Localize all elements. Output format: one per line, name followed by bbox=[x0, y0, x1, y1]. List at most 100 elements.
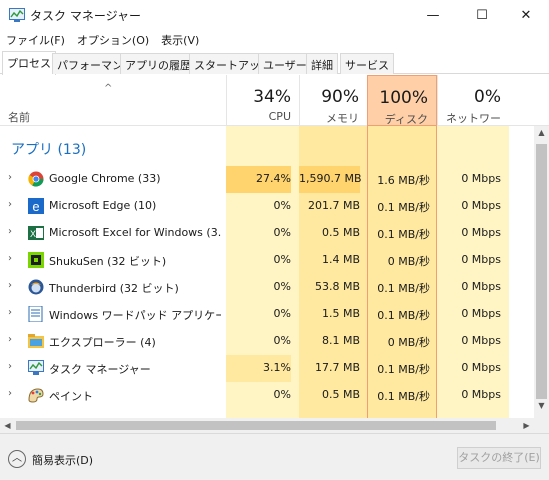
process-row[interactable]: › Google Chrome (33) 27.4% 1,590.7 MB 1.6 MB… bbox=[0, 166, 534, 193]
expand-chevron-icon[interactable]: › bbox=[8, 361, 12, 372]
network-cell: 0 Mbps bbox=[461, 334, 501, 347]
horizontal-scrollbar[interactable]: ◀ ▶ bbox=[0, 418, 534, 433]
expand-chevron-icon[interactable]: › bbox=[8, 388, 12, 399]
end-task-button[interactable]: タスクの終了(E) bbox=[457, 447, 541, 469]
task-manager-icon bbox=[28, 360, 44, 375]
process-row[interactable]: › Thunderbird (32 ビット) 0% 53.8 MB 0.1 MB/秒 0 … bbox=[0, 274, 534, 301]
cpu-cell: 3.1% bbox=[226, 355, 291, 382]
window-title: タスク マネージャー bbox=[30, 9, 141, 23]
expand-chevron-icon[interactable]: › bbox=[8, 226, 12, 237]
process-row[interactable]: › ShukuSen (32 ビット) 0% 1.4 MB 0 MB/秒 0 Mbps bbox=[0, 247, 534, 274]
cpu-cell: 0% bbox=[273, 199, 291, 212]
disk-total: 100% bbox=[379, 88, 428, 108]
process-row[interactable]: › ペイント 0% 0.5 MB 0.1 MB/秒 0 Mbps bbox=[0, 382, 534, 409]
memory-cell: 8.1 MB bbox=[321, 334, 360, 347]
tab-services[interactable]: サービス bbox=[340, 53, 394, 74]
vertical-scrollbar[interactable]: ▲ ▼ bbox=[534, 126, 549, 418]
cpu-cell: 0% bbox=[273, 388, 291, 401]
scroll-up-icon[interactable]: ▲ bbox=[534, 128, 549, 143]
chrome-icon bbox=[28, 171, 44, 187]
cpu-total: 34% bbox=[253, 87, 291, 107]
task-manager-icon bbox=[9, 8, 25, 22]
process-row[interactable]: › Windows ワードパッド アプリケーション 0% 1.5 MB 0.1 MB/秒… bbox=[0, 301, 534, 328]
excel-icon: X bbox=[28, 226, 44, 240]
network-cell: 0 Mbps bbox=[461, 388, 501, 401]
paint-icon bbox=[28, 388, 44, 403]
column-name[interactable]: 名前 bbox=[8, 109, 30, 125]
vertical-scroll-thumb[interactable] bbox=[536, 144, 547, 399]
cpu-cell: 0% bbox=[273, 307, 291, 320]
disk-cell: 0.1 MB/秒 bbox=[377, 201, 430, 214]
process-row[interactable]: › e Microsoft Edge (10) 0% 201.7 MB 0.1 MB/秒 0… bbox=[0, 193, 534, 220]
memory-cell: 1,590.7 MB bbox=[299, 166, 362, 193]
network-cell: 0 Mbps bbox=[461, 226, 501, 239]
close-button[interactable]: ✕ bbox=[503, 0, 549, 30]
footer: ︿ 簡易表示(D) タスクの終了(E) bbox=[0, 433, 549, 480]
edge-icon: e bbox=[28, 198, 44, 214]
memory-cell: 53.8 MB bbox=[314, 280, 360, 293]
thunderbird-icon bbox=[28, 279, 44, 295]
cpu-label: CPU bbox=[268, 110, 291, 123]
close-icon: ✕ bbox=[520, 7, 532, 23]
scroll-right-icon[interactable]: ▶ bbox=[519, 418, 534, 433]
menu-options[interactable]: オプション(O) bbox=[71, 30, 155, 50]
cpu-cell: 0% bbox=[273, 226, 291, 239]
disk-label: ディスク bbox=[384, 113, 428, 126]
chevron-up-circle-icon[interactable]: ︿ bbox=[8, 450, 26, 468]
explorer-icon bbox=[28, 334, 44, 348]
fewer-details-link[interactable]: 簡易表示(D) bbox=[32, 452, 93, 468]
tab-details[interactable]: 詳細 bbox=[306, 53, 338, 74]
process-name: Google Chrome (33) bbox=[49, 172, 161, 185]
expand-chevron-icon[interactable]: › bbox=[8, 172, 12, 183]
disk-cell: 0.1 MB/秒 bbox=[377, 228, 430, 241]
process-name: Microsoft Excel for Windows (3... bbox=[49, 226, 221, 239]
memory-cell: 0.5 MB bbox=[321, 388, 360, 401]
maximize-button[interactable]: ☐ bbox=[459, 0, 505, 30]
network-cell: 0 Mbps bbox=[461, 307, 501, 320]
network-cell: 0 Mbps bbox=[461, 361, 501, 374]
menu-bar: ファイル(F) オプション(O) 表示(V) bbox=[0, 30, 549, 50]
minimize-icon: — bbox=[426, 7, 440, 23]
process-row[interactable]: › X Microsoft Excel for Windows (3... 0% 0.5… bbox=[0, 220, 534, 247]
column-cpu[interactable]: 34% CPU bbox=[226, 75, 299, 126]
memory-cell: 1.5 MB bbox=[321, 307, 360, 320]
tab-processes[interactable]: プロセス bbox=[2, 51, 56, 75]
expand-chevron-icon[interactable]: › bbox=[8, 253, 12, 264]
expand-chevron-icon[interactable]: › bbox=[8, 307, 12, 318]
disk-cell: 0 MB/秒 bbox=[387, 336, 430, 349]
disk-cell: 0.1 MB/秒 bbox=[377, 309, 430, 322]
scroll-corner bbox=[534, 418, 549, 433]
process-name: ペイント bbox=[49, 390, 93, 403]
shukusen-icon bbox=[28, 252, 44, 268]
menu-view[interactable]: 表示(V) bbox=[155, 30, 205, 50]
process-grid: アプリ (13) › Google Chrome (33) 27.4% 1,590.7… bbox=[0, 126, 534, 418]
expand-chevron-icon[interactable]: › bbox=[8, 280, 12, 291]
horizontal-scroll-thumb[interactable] bbox=[16, 421, 496, 430]
process-name: Thunderbird (32 ビット) bbox=[49, 282, 179, 295]
memory-total: 90% bbox=[321, 87, 359, 107]
tab-users[interactable]: ユーザー bbox=[258, 53, 312, 74]
tab-app-history[interactable]: アプリの履歴 bbox=[120, 53, 196, 74]
column-memory[interactable]: 90% メモリ bbox=[299, 75, 367, 126]
maximize-icon: ☐ bbox=[476, 7, 488, 23]
scroll-left-icon[interactable]: ◀ bbox=[0, 418, 15, 433]
memory-cell: 17.7 MB bbox=[314, 361, 360, 374]
scroll-down-icon[interactable]: ▼ bbox=[534, 401, 549, 416]
expand-chevron-icon[interactable]: › bbox=[8, 199, 12, 210]
sort-ascending-icon[interactable]: ^ bbox=[104, 83, 112, 94]
minimize-button[interactable]: — bbox=[410, 0, 456, 30]
column-header: ^ 名前 34% CPU 90% メモリ 100% ディスク 0% ネットワーク bbox=[0, 75, 549, 141]
network-cell: 0 Mbps bbox=[461, 280, 501, 293]
disk-cell: 0.1 MB/秒 bbox=[377, 363, 430, 376]
column-network[interactable]: 0% ネットワーク bbox=[437, 75, 509, 141]
memory-cell: 1.4 MB bbox=[321, 253, 360, 266]
expand-chevron-icon[interactable]: › bbox=[8, 334, 12, 345]
memory-label: メモリ bbox=[326, 112, 359, 125]
process-name: タスク マネージャー bbox=[49, 363, 151, 376]
process-row[interactable]: › エクスプローラー (4) 0% 8.1 MB 0 MB/秒 0 Mbps bbox=[0, 328, 534, 355]
process-row[interactable]: › タスク マネージャー 3.1% 17.7 MB 0.1 MB/秒 0 Mbps bbox=[0, 355, 534, 382]
disk-cell: 0 MB/秒 bbox=[387, 255, 430, 268]
column-disk[interactable]: 100% ディスク bbox=[367, 75, 437, 126]
menu-file[interactable]: ファイル(F) bbox=[0, 30, 71, 50]
process-name: Windows ワードパッド アプリケーション bbox=[49, 309, 221, 322]
